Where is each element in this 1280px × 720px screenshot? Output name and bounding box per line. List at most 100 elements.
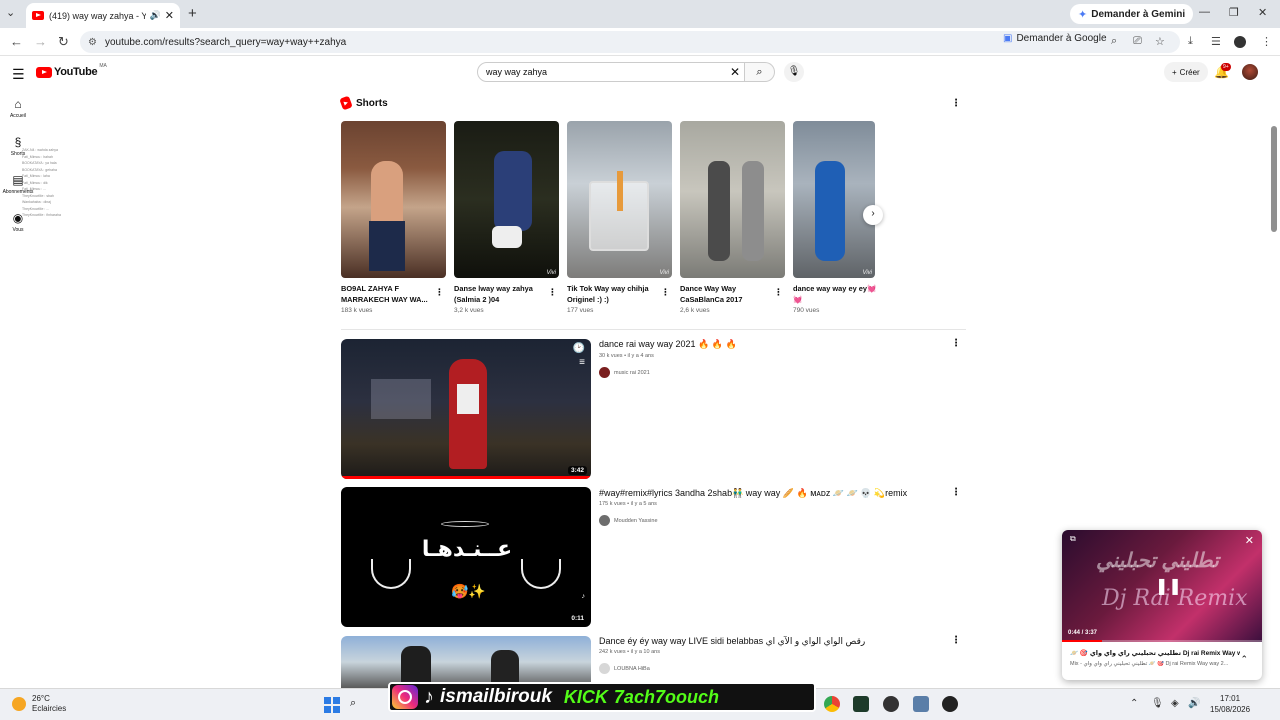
short-thumbnail[interactable]: Vivi — [567, 121, 672, 278]
video-channel[interactable]: music rai 2021 — [599, 367, 650, 378]
browser-tab[interactable]: (419) way way zahya - YouTube 🔊 ✕ — [26, 3, 180, 28]
reading-list-icon[interactable]: ☰ — [1211, 35, 1221, 48]
short-thumbnail[interactable] — [341, 121, 446, 278]
browser-menu-icon[interactable]: ⋮ — [1261, 35, 1272, 48]
tab-search-icon[interactable]: ⌄ — [6, 6, 15, 19]
miniplayer-video[interactable]: تطليني تحبليني Dj Rai Remix ⧉ ❚❚ ✕ 0:44 … — [1062, 530, 1262, 642]
search-button[interactable]: ⌕ — [745, 62, 775, 82]
lens-icon: ▣ — [1003, 33, 1013, 44]
page-scrollbar[interactable] — [1270, 58, 1278, 688]
video-menu-icon[interactable]: ⋮ — [951, 635, 961, 646]
close-tab-icon[interactable]: ✕ — [165, 9, 174, 22]
new-tab-button[interactable]: + — [188, 5, 197, 22]
video-thumbnail[interactable]: 🕑 ≡ 3:42 — [341, 339, 591, 479]
watch-later-icon[interactable]: 🕑 — [573, 343, 585, 354]
media-taskbar-icon[interactable] — [942, 696, 958, 712]
video-menu-icon[interactable]: ⋮ — [951, 487, 961, 498]
short-thumbnail[interactable]: Vivi — [793, 121, 875, 278]
short-thumbnail[interactable] — [680, 121, 785, 278]
video-channel[interactable]: Moudden Yassine — [599, 515, 658, 526]
tray-wifi-icon[interactable]: ◈ — [1171, 698, 1179, 709]
chrome-taskbar-icon[interactable] — [824, 696, 840, 712]
short-thumbnail[interactable]: Vivi — [454, 121, 559, 278]
video-menu-icon[interactable]: ⋮ — [951, 338, 961, 349]
taskbar-search-icon[interactable]: ⌕ — [350, 697, 356, 710]
short-card[interactable]: Dance Way Way CaSaBlanCa 2017 2,6 k vues… — [680, 121, 785, 314]
youtube-logo[interactable]: YouTube MA — [36, 63, 107, 78]
weather-condition: Eclaircies — [32, 704, 67, 713]
tray-chevron-up-icon[interactable]: ⌃ — [1130, 698, 1138, 709]
channel-name[interactable]: Moudden Yassine — [614, 518, 658, 524]
tab-title: (419) way way zahya - YouTube — [49, 10, 146, 21]
downloads-icon[interactable]: ⤓ — [1188, 35, 1193, 48]
video-thumbnail[interactable] — [341, 636, 591, 688]
short-title[interactable]: dance way way ey ey💓💓 — [793, 283, 885, 305]
close-miniplayer-icon[interactable]: ✕ — [1245, 534, 1254, 547]
speaker-icon[interactable]: 🔊 — [150, 10, 161, 21]
close-window-button[interactable]: ✕ — [1258, 6, 1267, 19]
ask-google-label: Demander à Google — [1016, 33, 1107, 44]
weather-widget[interactable]: 26°C Eclaircies — [12, 694, 66, 714]
short-card[interactable]: Vivi Danse lway way zahya (Salmia 2 )04 … — [454, 121, 559, 314]
profile-avatar[interactable] — [1234, 36, 1246, 48]
minimize-window-button[interactable]: — — [1199, 6, 1210, 18]
taskbar-clock[interactable]: 17:01 15/08/2026 — [1210, 693, 1250, 715]
video-title[interactable]: Dance éy éy way way LIVE sidi belabbas ر… — [599, 636, 865, 647]
bookmark-star-icon[interactable]: ☆ — [1155, 35, 1165, 48]
short-menu-icon[interactable]: ⋮ — [435, 287, 444, 298]
short-menu-icon[interactable]: ⋮ — [661, 287, 670, 298]
guide-menu-icon[interactable]: ☰ — [12, 66, 25, 83]
short-title[interactable]: Tik Tok Way way chihja Originel :) :) — [567, 283, 659, 305]
miniplayer-progress-fill — [1062, 640, 1102, 642]
short-title[interactable]: Dance Way Way CaSaBlanCa 2017 — [680, 283, 772, 305]
reload-button[interactable]: ↻ — [58, 34, 69, 50]
zoom-icon[interactable]: ⌕ — [1111, 35, 1117, 48]
short-views: 3,2 k vues — [454, 307, 484, 314]
short-card[interactable]: BO9AL ZAHYA F MARRAKECH WAY WA... 183 k … — [341, 121, 446, 314]
account-avatar[interactable] — [1242, 64, 1258, 80]
expand-miniplayer-icon[interactable]: ⧉ — [1070, 534, 1076, 544]
maximize-window-button[interactable]: ❐ — [1229, 6, 1239, 19]
video-channel[interactable]: LOUBNA HiBa — [599, 663, 650, 674]
video-title[interactable]: dance rai way way 2021 🔥 🔥 🔥 — [599, 339, 737, 350]
tray-volume-icon[interactable]: 🔊 — [1188, 698, 1200, 709]
miniplayer-progress-bar[interactable] — [1062, 640, 1262, 642]
channel-avatar[interactable] — [599, 515, 610, 526]
add-to-queue-icon[interactable]: ≡ — [579, 357, 585, 368]
clear-search-icon[interactable]: ✕ — [730, 65, 740, 79]
scrollbar-thumb[interactable] — [1271, 126, 1277, 232]
cast-icon[interactable]: ⎚ — [1133, 35, 1142, 48]
short-card[interactable]: Vivi Tik Tok Way way chihja Originel :) … — [567, 121, 672, 314]
obs-taskbar-icon[interactable] — [883, 696, 899, 712]
settings-taskbar-icon[interactable] — [913, 696, 929, 712]
miniplayer[interactable]: تطليني تحبليني Dj Rai Remix ⧉ ❚❚ ✕ 0:44 … — [1062, 530, 1262, 680]
tray-mic-icon[interactable]: 🎙 — [1151, 698, 1164, 709]
guide-label: Vous — [12, 227, 24, 233]
voice-search-button[interactable]: 🎙 — [784, 62, 804, 82]
short-title[interactable]: Danse lway way zahya (Salmia 2 )04 — [454, 283, 546, 305]
start-button[interactable] — [324, 697, 340, 713]
app-taskbar-icon[interactable] — [853, 696, 869, 712]
site-info-icon[interactable]: ⚙ — [88, 37, 97, 48]
back-button[interactable]: ← — [10, 34, 23, 49]
guide-item-home[interactable]: ⌂ Accueil — [0, 95, 36, 119]
channel-avatar[interactable] — [599, 367, 610, 378]
video-thumbnail[interactable]: عــنـدهـا 🥵✨ ♪ 0:11 — [341, 487, 591, 627]
short-title[interactable]: BO9AL ZAHYA F MARRAKECH WAY WA... — [341, 283, 433, 305]
video-title[interactable]: #way#remix#lyrics 3andha 2shab👬 way way … — [599, 488, 907, 499]
channel-avatar[interactable] — [599, 663, 610, 674]
pause-icon[interactable]: ❚❚ — [1155, 576, 1182, 596]
channel-name[interactable]: LOUBNA HiBa — [614, 666, 650, 672]
forward-button[interactable]: → — [34, 34, 47, 49]
chevron-up-icon[interactable]: ⌃ — [1240, 654, 1248, 665]
create-button[interactable]: + Créer — [1164, 62, 1208, 82]
shorts-next-button[interactable]: › — [863, 205, 883, 225]
chat-overlay: ZAK-N4 : wahda zahya Fati_Mimou : hahah … — [22, 147, 78, 219]
ask-gemini-button[interactable]: ✦ Demander à Gemini — [1070, 4, 1194, 24]
ask-google-button[interactable]: ▣ Demander à Google — [1003, 33, 1107, 44]
shelf-menu-icon[interactable]: ⋮ — [951, 98, 961, 109]
short-menu-icon[interactable]: ⋮ — [548, 287, 557, 298]
short-menu-icon[interactable]: ⋮ — [774, 287, 783, 298]
channel-name[interactable]: music rai 2021 — [614, 370, 650, 376]
search-input[interactable]: way way zahya — [477, 62, 745, 82]
